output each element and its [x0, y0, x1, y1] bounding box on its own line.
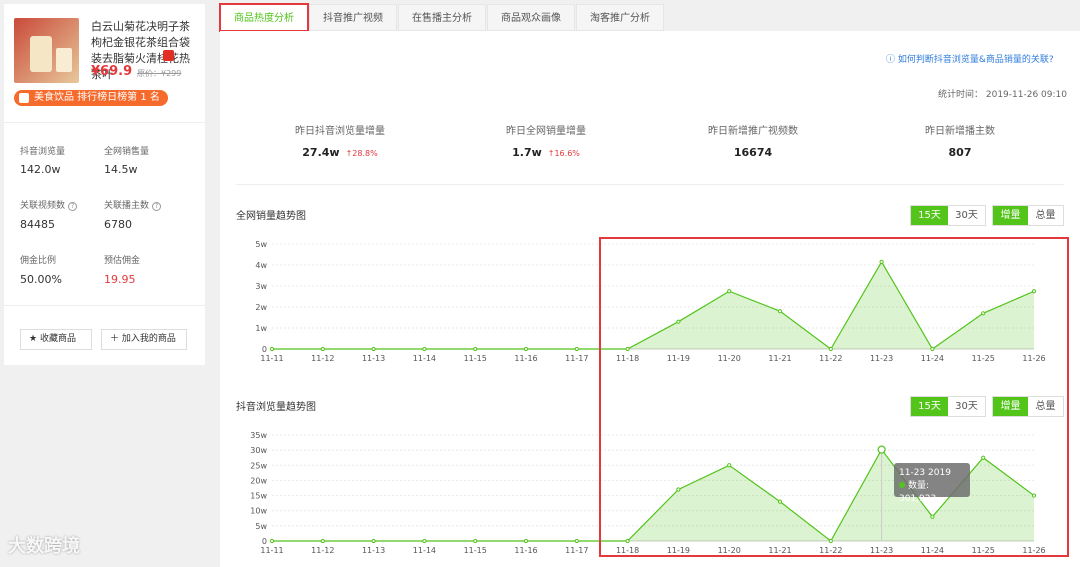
data-point	[422, 346, 427, 352]
data-point	[269, 346, 275, 352]
x-tick-label: 11-15	[464, 546, 487, 555]
shop-icon	[19, 93, 29, 103]
tab-bar: 商品热度分析 抖音推广视频 在售播主分析 商品观众画像 淘客推广分析	[219, 3, 665, 32]
data-point	[371, 538, 376, 544]
x-tick-label: 11-13	[362, 354, 385, 363]
x-tick-label: 11-15	[464, 354, 487, 363]
y-tick-label: 35w	[250, 431, 267, 440]
rank-badge: 美食饮品 排行榜日榜第 1 名	[14, 90, 168, 106]
tab-heat-analysis[interactable]: 商品热度分析	[219, 3, 309, 32]
x-tick-label: 11-12	[311, 354, 334, 363]
stat-label: 抖音浏览量	[20, 147, 66, 157]
summary-label: 昨日全网销量增量	[506, 126, 586, 137]
y-tick-label: 10w	[250, 507, 267, 516]
stat-value: 84485	[20, 218, 55, 231]
increment-button[interactable]: 增量	[993, 206, 1028, 225]
stat-label: 预估佣金	[104, 256, 141, 266]
data-point	[473, 346, 478, 352]
y-tick-label: 30w	[250, 446, 267, 455]
summary-value: 1.7w ↑16.6%	[512, 146, 580, 159]
range-30-button[interactable]: 30天	[948, 206, 985, 225]
summary-label: 昨日新增推广视频数	[708, 126, 798, 137]
x-tick-label: 11-11	[260, 354, 283, 363]
stat-value: 142.0w	[20, 163, 61, 176]
original-price: 原价：¥299	[137, 69, 182, 78]
stat-label: 关联视频数?	[20, 198, 78, 211]
y-tick-label: 5w	[255, 240, 267, 249]
data-point	[523, 538, 529, 544]
tab-taoke[interactable]: 淘客推广分析	[576, 4, 664, 31]
data-point	[574, 538, 579, 544]
data-point	[269, 538, 275, 544]
y-tick-label: 3w	[255, 282, 267, 291]
summary-value: 807	[948, 146, 972, 159]
x-tick-label: 11-11	[260, 546, 283, 555]
chart-tooltip: 11-23 2019 数量: 301,923	[894, 463, 970, 504]
x-tick-label: 11-17	[565, 546, 588, 555]
data-point	[473, 538, 478, 544]
collect-button[interactable]: ★ 收藏商品	[20, 329, 92, 350]
x-tick-label: 11-14	[413, 354, 436, 363]
data-point	[422, 538, 427, 544]
stat-value: 14.5w	[104, 163, 138, 176]
y-tick-label: 2w	[255, 303, 267, 312]
tab-promo-videos[interactable]: 抖音推广视频	[309, 4, 397, 31]
y-tick-label: 4w	[255, 261, 267, 270]
rank-badge-label: 美食饮品 排行榜日榜第 1 名	[34, 92, 160, 103]
watermark: 大数跨境	[8, 536, 80, 557]
total-button[interactable]: 总量	[1028, 206, 1063, 225]
tab-audience[interactable]: 商品观众画像	[487, 4, 575, 31]
stat-value: 19.95	[104, 273, 136, 286]
y-tick-label: 15w	[250, 492, 267, 501]
help-icon[interactable]: ?	[152, 202, 162, 211]
stat-label: 关联播主数?	[104, 198, 162, 211]
tmall-icon	[163, 50, 174, 61]
product-price: ¥69.9	[91, 64, 133, 79]
data-point	[320, 538, 325, 544]
stat-value: 6780	[104, 218, 132, 231]
product-image[interactable]	[14, 18, 79, 83]
summary-value: 27.4w ↑28.8%	[302, 146, 378, 159]
y-tick-label: 0	[262, 537, 267, 546]
sales-chart-title: 全网销量趋势图	[236, 211, 306, 222]
y-tick-label: 20w	[250, 476, 267, 485]
summary-label: 昨日抖音浏览量增量	[295, 126, 385, 137]
views-chart-title: 抖音浏览量趋势图	[236, 402, 316, 413]
y-tick-label: 25w	[250, 461, 267, 470]
tooltip-title: 11-23 2019	[899, 468, 951, 478]
data-point	[523, 346, 529, 352]
summary-label: 昨日新增播主数	[925, 126, 995, 137]
x-tick-label: 11-16	[514, 546, 537, 555]
summary-value: 16674	[733, 146, 773, 159]
tab-seller-analysis[interactable]: 在售播主分析	[398, 4, 486, 31]
help-link[interactable]: ⓘ 如何判断抖音浏览量&商品销量的关联?	[886, 52, 1054, 65]
stat-time: 统计时间： 2019-11-26 09:10	[938, 90, 1067, 100]
stat-label: 全网销售量	[104, 147, 150, 157]
add-label: 加入我的商品	[121, 334, 176, 344]
highlight-box	[599, 237, 1069, 557]
collect-label: 收藏商品	[39, 334, 76, 344]
y-tick-label: 0	[262, 345, 267, 354]
x-tick-label: 11-14	[413, 546, 436, 555]
data-point	[320, 346, 325, 352]
data-point	[574, 346, 579, 352]
y-tick-label: 5w	[255, 522, 267, 531]
stat-value: 50.00%	[20, 273, 62, 286]
stat-label: 佣金比例	[20, 256, 57, 266]
add-my-product-button[interactable]: ＋ 加入我的商品	[101, 329, 187, 350]
help-icon[interactable]: ?	[68, 202, 78, 211]
x-tick-label: 11-13	[362, 546, 385, 555]
x-tick-label: 11-17	[565, 354, 588, 363]
x-tick-label: 11-12	[311, 546, 334, 555]
range-15-button[interactable]: 15天	[911, 206, 948, 225]
x-tick-label: 11-16	[514, 354, 537, 363]
data-point	[371, 346, 376, 352]
y-tick-label: 1w	[255, 324, 267, 333]
